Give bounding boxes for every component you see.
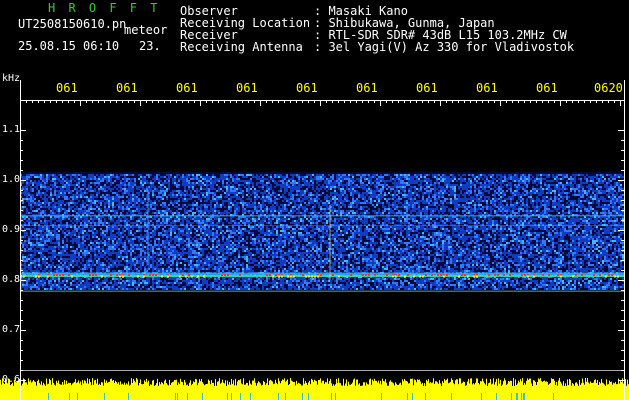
time-tick-label: 061 bbox=[236, 81, 258, 95]
freq-tick-label: 0.8 bbox=[2, 274, 21, 285]
time-tick-label: 0620 bbox=[594, 81, 623, 95]
hrofft-spectrogram-screen: H R O F F T UT2508150610.pn meteor 25.08… bbox=[0, 0, 629, 400]
time-tick-label: 061 bbox=[356, 81, 378, 95]
noise-level-bar bbox=[0, 378, 629, 400]
time-tick-label: 061 bbox=[296, 81, 318, 95]
freq-tick-label: 0.7 bbox=[2, 324, 21, 335]
freq-tick-label: 0.6 bbox=[2, 374, 21, 385]
freq-tick-label: 1.1 bbox=[2, 124, 21, 135]
freq-tick-label: 0.9 bbox=[2, 224, 21, 235]
time-tick-label: 061 bbox=[536, 81, 558, 95]
spectrogram-noise bbox=[20, 172, 624, 292]
spectrogram bbox=[0, 80, 629, 400]
time-tick-label: 061 bbox=[176, 81, 198, 95]
time-tick-label: 061 bbox=[56, 81, 78, 95]
time-tick-label: 061 bbox=[476, 81, 498, 95]
freq-axis-unit: kHz bbox=[2, 73, 21, 84]
freq-tick-label: 1.0 bbox=[2, 174, 21, 185]
time-tick-label: 061 bbox=[416, 81, 438, 95]
time-tick-label: 061 bbox=[116, 81, 138, 95]
